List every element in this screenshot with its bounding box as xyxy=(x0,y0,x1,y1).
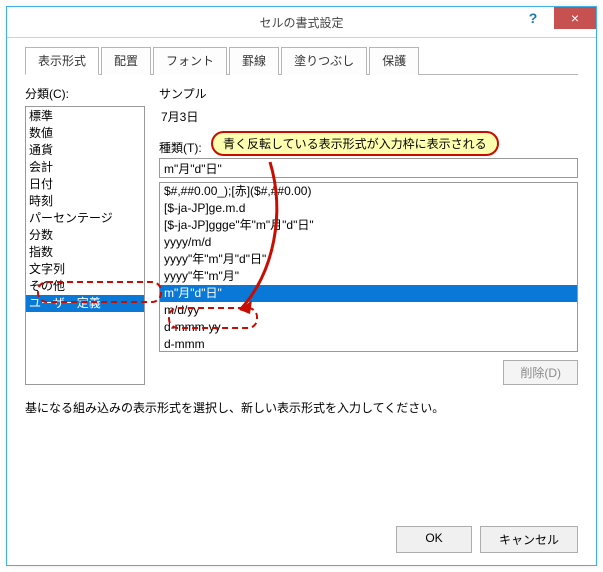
type-label: 種類(T): xyxy=(159,139,578,156)
window-title: セルの書式設定 xyxy=(7,14,596,31)
type-item[interactable]: [$-ja-JP]ge.m.d xyxy=(160,200,577,217)
category-item[interactable]: ユーザー定義 xyxy=(26,295,144,312)
type-item[interactable]: m"月"d"日" xyxy=(160,285,577,302)
tab-2[interactable]: フォント xyxy=(153,47,227,75)
category-item[interactable]: 文字列 xyxy=(26,261,144,278)
type-item[interactable]: d-mmm xyxy=(160,336,577,352)
delete-button: 削除(D) xyxy=(503,360,578,385)
type-item[interactable]: $#,##0.00_);[赤]($#,##0.00) xyxy=(160,183,577,200)
category-item[interactable]: その他 xyxy=(26,278,144,295)
instruction-text: 基になる組み込みの表示形式を選択し、新しい表示形式を入力してください。 xyxy=(25,399,578,416)
type-item[interactable]: m/d/yy xyxy=(160,302,577,319)
category-item[interactable]: パーセンテージ xyxy=(26,210,144,227)
titlebar: セルの書式設定 ? × xyxy=(7,7,596,37)
category-item[interactable]: 数値 xyxy=(26,125,144,142)
ok-button[interactable]: OK xyxy=(396,526,472,553)
category-label: 分類(C): xyxy=(25,85,145,102)
dialog-window: セルの書式設定 ? × 表示形式配置フォント罫線塗りつぶし保護 分類(C): 標… xyxy=(6,6,597,566)
type-item[interactable]: yyyy/m/d xyxy=(160,234,577,251)
type-input[interactable] xyxy=(159,158,578,178)
category-item[interactable]: 標準 xyxy=(26,108,144,125)
tab-5[interactable]: 保護 xyxy=(369,47,419,75)
tab-0[interactable]: 表示形式 xyxy=(25,47,99,75)
type-item[interactable]: yyyy"年"m"月" xyxy=(160,268,577,285)
tab-3[interactable]: 罫線 xyxy=(229,47,279,75)
sample-label: サンプル xyxy=(159,85,578,102)
type-item[interactable]: [$-ja-JP]ggge"年"m"月"d"日" xyxy=(160,217,577,234)
cancel-button[interactable]: キャンセル xyxy=(480,526,578,553)
category-item[interactable]: 日付 xyxy=(26,176,144,193)
category-item[interactable]: 指数 xyxy=(26,244,144,261)
type-list[interactable]: $#,##0.00_);[赤]($#,##0.00)[$-ja-JP]ge.m.… xyxy=(159,182,578,352)
type-item[interactable]: d-mmm-yy xyxy=(160,319,577,336)
category-item[interactable]: 会計 xyxy=(26,159,144,176)
type-item[interactable]: yyyy"年"m"月"d"日" xyxy=(160,251,577,268)
category-item[interactable]: 通貨 xyxy=(26,142,144,159)
tab-1[interactable]: 配置 xyxy=(101,47,151,75)
category-list[interactable]: 標準数値通貨会計日付時刻パーセンテージ分数指数文字列その他ユーザー定義 xyxy=(25,106,145,385)
tabs: 表示形式配置フォント罫線塗りつぶし保護 xyxy=(25,46,578,75)
category-item[interactable]: 分数 xyxy=(26,227,144,244)
tab-4[interactable]: 塗りつぶし xyxy=(281,47,367,75)
category-item[interactable]: 時刻 xyxy=(26,193,144,210)
sample-value: 7月3日 xyxy=(159,104,200,129)
